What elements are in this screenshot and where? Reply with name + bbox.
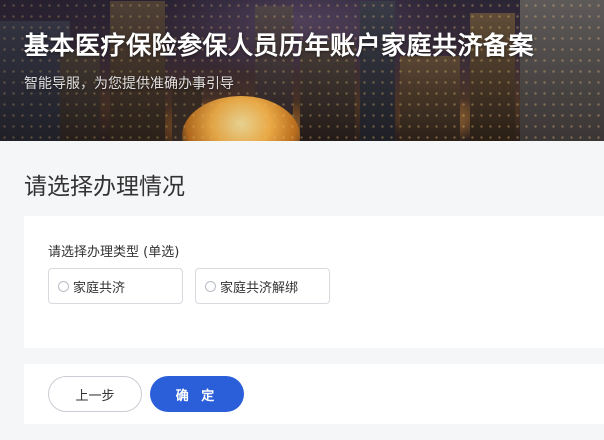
page-title: 基本医疗保险参保人员历年账户家庭共济备案 [24, 31, 535, 60]
option-family-mutual-aid[interactable]: 家庭共济 [48, 268, 183, 304]
option-label: 家庭共济解绑 [220, 280, 299, 296]
option-family-mutual-aid-unbind[interactable]: 家庭共济解绑 [195, 268, 330, 304]
previous-step-button[interactable]: 上一步 [48, 376, 142, 412]
radio-circle-icon[interactable] [58, 280, 69, 292]
page-subtitle: 智能导服，为您提供准确办事引导 [24, 76, 234, 92]
confirm-button[interactable]: 确 定 [150, 376, 244, 412]
question-card: 请选择办理类型 (单选) 家庭共济 家庭共济解绑 [24, 216, 604, 348]
question-label: 请选择办理类型 (单选) [48, 245, 180, 260]
radio-circle-icon[interactable] [205, 280, 216, 292]
section-title: 请选择办理情况 [24, 174, 185, 200]
option-label: 家庭共济 [73, 280, 126, 296]
header-banner: 基本医疗保险参保人员历年账户家庭共济备案 智能导服，为您提供准确办事引导 [0, 0, 604, 141]
action-bar: 上一步 确 定 [24, 364, 604, 424]
